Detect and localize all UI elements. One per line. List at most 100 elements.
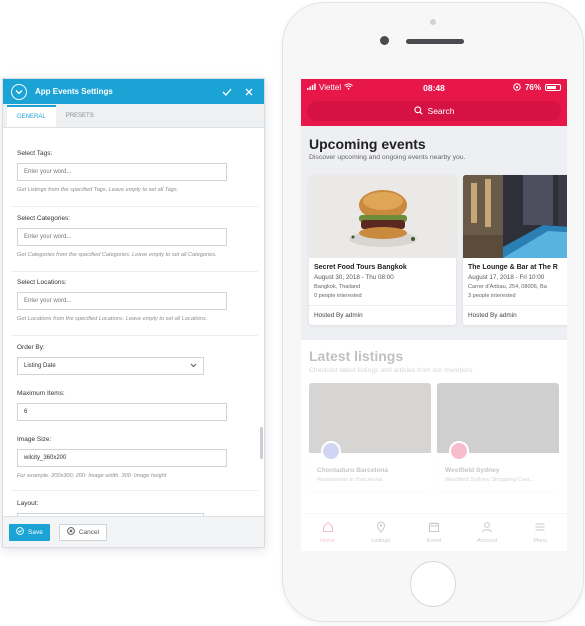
event-card[interactable]: The Lounge & Bar at The R August 17, 201…: [463, 175, 567, 325]
listing-card[interactable]: Westfield Sydney Westfield Sydney Shoppi…: [437, 383, 559, 491]
tags-field: Select Tags: Enter your word... Get List…: [17, 150, 258, 193]
image-size-label: Image Size:: [17, 436, 52, 443]
listing-subtitle: Westfield Sydney Shopping Cent...: [445, 477, 535, 483]
tags-label: Select Tags:: [17, 150, 53, 157]
settings-form: Select Tags: Enter your word... Get List…: [3, 128, 264, 518]
layout-label: Layout:: [17, 500, 39, 507]
tab-presets[interactable]: PRESETS: [56, 105, 104, 127]
app-events-settings-panel: App Events Settings GENERAL PRESETS Sele…: [2, 78, 265, 548]
menu-icon: [534, 521, 546, 535]
event-host: Hosted By admin: [309, 305, 456, 325]
cancel-button[interactable]: Cancel: [58, 523, 108, 541]
event-image-burger: [309, 175, 456, 258]
event-host: Hosted By admin: [463, 305, 567, 325]
upcoming-subtitle: Discover upcoming and ongoing events nea…: [309, 154, 466, 161]
divider: [11, 206, 258, 207]
max-items-input[interactable]: 6: [17, 403, 227, 421]
event-date: August 30, 2018 - Thu 08:00: [314, 274, 394, 281]
search-icon: [413, 105, 423, 117]
latest-title: Latest listings: [309, 348, 404, 364]
check-circle-icon: [16, 527, 24, 537]
search-label: Search: [427, 106, 455, 116]
confirm-check-icon[interactable]: [218, 83, 236, 101]
tab-home-label: Home: [320, 538, 336, 544]
locations-field: Select Locations: Enter your word... Get…: [17, 279, 258, 322]
event-location: Bangkok, Thailand: [314, 284, 361, 290]
status-bar: Viettel 08:48 76%: [301, 79, 567, 96]
latest-subtitle: Checkout latest listings and articles fr…: [309, 367, 473, 374]
order-by-value: Listing Date: [24, 363, 56, 369]
image-size-input[interactable]: wilcity_360x200: [17, 449, 227, 467]
tab-menu[interactable]: Menu: [514, 514, 567, 551]
event-title: The Lounge & Bar at The R: [468, 264, 558, 271]
latest-listings-faded: Latest listings Checkout latest listings…: [301, 340, 567, 551]
locations-help: Get Locations from the specified Locatio…: [17, 316, 208, 322]
listing-subtitle: Restaurants in Barcelona: [317, 477, 383, 483]
event-card[interactable]: Secret Food Tours Bangkok August 30, 201…: [309, 175, 456, 325]
categories-input[interactable]: Enter your word...: [17, 228, 227, 246]
order-by-field: Order By: Listing Date: [17, 344, 258, 375]
tags-input[interactable]: Enter your word...: [17, 163, 227, 181]
tab-general[interactable]: GENERAL: [7, 105, 56, 127]
battery-icon: [545, 84, 561, 91]
tab-menu-label: Menu: [533, 538, 548, 544]
search-bar-container: Search: [301, 96, 567, 126]
max-items-label: Maximum Items:: [17, 390, 65, 397]
tab-listings[interactable]: Listings: [354, 514, 407, 551]
order-by-label: Order By:: [17, 344, 45, 351]
close-circle-icon: [66, 527, 75, 537]
event-date: August 17, 2018 - Fri 10:00: [468, 274, 545, 281]
categories-help: Get Categories from the specified Catego…: [17, 252, 217, 258]
save-button[interactable]: Save: [9, 523, 50, 541]
bottom-tab-bar: Home Listings Event Account Menu: [301, 513, 567, 551]
tab-account-label: Account: [477, 538, 498, 544]
order-by-select[interactable]: Listing Date: [17, 357, 204, 375]
settings-tabs: GENERAL PRESETS: [3, 104, 264, 128]
panel-header: App Events Settings: [3, 79, 264, 104]
page: App Events Settings GENERAL PRESETS Sele…: [0, 0, 585, 626]
tab-listings-label: Listings: [371, 538, 391, 544]
front-camera: [430, 19, 436, 25]
listing-title: Chontaduro Barcelona: [317, 467, 389, 474]
listing-title: Westfield Sydney: [445, 467, 500, 474]
listing-category-badge: [321, 441, 341, 461]
event-interested: 0 people interested: [314, 293, 362, 299]
divider: [11, 490, 258, 491]
tab-home[interactable]: Home: [301, 514, 354, 551]
tab-event[interactable]: Event: [407, 514, 460, 551]
max-items-field: Maximum Items: 6: [17, 390, 258, 421]
home-icon: [322, 521, 334, 535]
phone-mockup: Viettel 08:48 76% Search Upcoming events…: [282, 2, 584, 622]
event-image-pool: [463, 175, 567, 258]
map-pin-icon: [375, 521, 387, 535]
sensor-dot: [380, 36, 389, 45]
search-bar[interactable]: Search: [307, 101, 561, 121]
latest-listings-section: Latest listings Checkout latest listings…: [301, 340, 567, 551]
scrollbar-thumb[interactable]: [260, 427, 263, 459]
collapse-toggle-icon[interactable]: [11, 83, 27, 100]
battery-fill: [547, 86, 557, 89]
tab-account[interactable]: Account: [461, 514, 514, 551]
locations-input[interactable]: Enter your word...: [17, 292, 227, 310]
listing-category-badge: [449, 441, 469, 461]
image-size-field: Image Size: wilcity_360x200 For example:…: [17, 436, 258, 479]
tab-event-label: Event: [426, 538, 442, 544]
locations-label: Select Locations:: [17, 279, 67, 286]
home-button[interactable]: [410, 561, 456, 607]
listing-card[interactable]: Chontaduro Barcelona Restaurants in Barc…: [309, 383, 431, 491]
upcoming-title: Upcoming events: [309, 136, 426, 152]
event-location: Carrer d'Aribau, 254, 08006, Ba: [468, 284, 547, 290]
user-icon: [481, 521, 493, 535]
image-size-help: For example: 200x300, 200: Image width. …: [17, 473, 167, 479]
close-icon[interactable]: [240, 83, 258, 101]
status-time: 08:48: [423, 82, 445, 93]
divider: [11, 335, 258, 336]
phone-screen: Viettel 08:48 76% Search Upcoming events…: [301, 79, 567, 551]
event-title: Secret Food Tours Bangkok: [314, 264, 407, 271]
cancel-label: Cancel: [78, 528, 100, 536]
calendar-icon: [428, 521, 440, 535]
categories-field: Select Categories: Enter your word... Ge…: [17, 215, 258, 258]
divider: [11, 271, 258, 272]
earpiece-speaker: [406, 39, 464, 44]
panel-footer: Save Cancel: [3, 516, 264, 547]
